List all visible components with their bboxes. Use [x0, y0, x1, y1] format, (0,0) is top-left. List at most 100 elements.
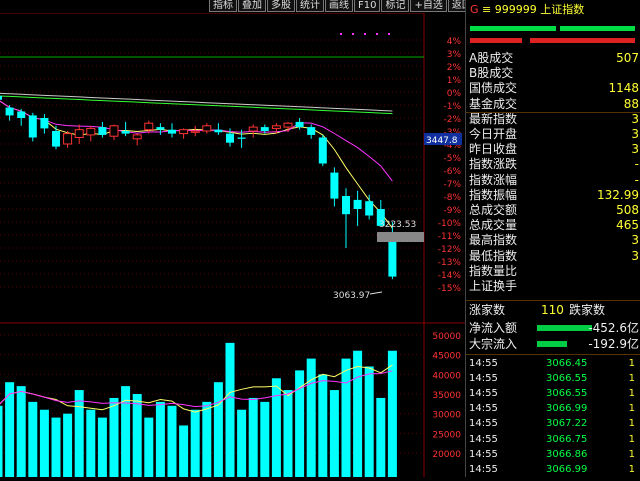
- candle-body: [52, 131, 60, 147]
- marker-dot: [364, 33, 366, 35]
- tick-volume: 1: [628, 373, 635, 385]
- quote-row: 基金成交 88: [469, 97, 640, 112]
- candle-body: [0, 95, 2, 100]
- tick-price: 3066.45: [546, 358, 588, 369]
- candle-body: [318, 137, 327, 164]
- candle-body: [121, 131, 130, 134]
- price-axis-label: -15%: [438, 284, 462, 294]
- quote-label: 最低指数: [469, 248, 518, 263]
- ask-bar-left: [470, 38, 522, 43]
- candle-body: [260, 127, 269, 131]
- volume-axis-label: 25000: [432, 430, 461, 440]
- candle-body: [330, 172, 339, 199]
- volume-bar: [237, 409, 247, 477]
- quote-label: 指数振幅: [469, 187, 518, 202]
- price-axis-label: -11%: [438, 232, 462, 242]
- quote-value: -: [634, 157, 639, 172]
- toolbar-item-7[interactable]: +自选: [410, 0, 447, 12]
- down-count-value: 110: [541, 303, 564, 317]
- volume-bar: [144, 417, 154, 477]
- marker-dot: [388, 33, 390, 35]
- tick-volume: 1: [628, 403, 635, 415]
- volume-bar: [306, 358, 316, 477]
- candle-body: [168, 129, 176, 134]
- title-prefix: G: [470, 3, 479, 16]
- volume-bar: [271, 378, 281, 477]
- price-axis-label: -9%: [443, 206, 461, 216]
- tick-price: 3066.99: [546, 403, 588, 415]
- tick-volume: 1: [628, 448, 635, 460]
- volume-bar: [225, 342, 235, 477]
- toolbar-item-0[interactable]: 指标: [209, 0, 237, 12]
- candle-body: [179, 129, 189, 135]
- panel-divider: [466, 354, 640, 355]
- price-axis-label: -13%: [438, 258, 462, 268]
- quote-row: 指数涨跌 -: [469, 157, 640, 172]
- price-axis-label: -6%: [443, 167, 461, 177]
- quote-value: -: [634, 172, 639, 187]
- tick-time: 14:55: [469, 433, 498, 445]
- quote-row: 指数涨幅 -: [469, 173, 640, 188]
- marker-dot: [340, 33, 342, 35]
- flow-value: -192.9亿: [588, 337, 639, 351]
- stock-title[interactable]: G ≡ 999999 上证指数: [470, 1, 584, 17]
- price-axis-label: -5%: [443, 154, 461, 164]
- marker-dot: [352, 33, 354, 35]
- candle-body: [226, 133, 234, 143]
- price-tag-label: 3447.8: [426, 136, 458, 146]
- menu-icon[interactable]: ≡: [482, 3, 491, 16]
- tick-row: 14:55 3066.75 1: [469, 432, 639, 447]
- volume-bar: [109, 397, 119, 477]
- volume-bar: [179, 425, 189, 477]
- candle-body: [156, 127, 165, 130]
- tick-row: 14:55 3066.45 1: [469, 356, 639, 371]
- volume-bar: [376, 397, 386, 477]
- tick-volume: 1: [628, 358, 635, 369]
- tick-time: 14:55: [469, 358, 498, 369]
- quote-label: 指数涨跌: [469, 157, 518, 172]
- volume-bar: [16, 386, 26, 477]
- volume-bar: [202, 401, 212, 477]
- candle-body: [5, 107, 14, 116]
- quote-value: 1148: [608, 81, 639, 96]
- quote-label: 最高指数: [469, 233, 518, 248]
- price-axis-label: 2%: [447, 63, 462, 73]
- annotation-low: 3063.97: [333, 291, 370, 301]
- candle-body: [17, 111, 26, 118]
- toolbar-item-3[interactable]: 统计: [296, 0, 324, 12]
- volume-axis-label: 20000: [432, 450, 461, 460]
- quote-value: 3: [631, 233, 639, 248]
- candle-body: [365, 201, 374, 216]
- volume-axis-label: 45000: [432, 352, 461, 362]
- candle-body: [86, 127, 96, 136]
- toolbar-item-5[interactable]: F10: [354, 0, 381, 12]
- candle-body: [28, 115, 37, 138]
- quote-label: 指数量比: [469, 263, 518, 278]
- bid-bar-left: [470, 26, 556, 31]
- price-axis-label: -7%: [443, 180, 461, 190]
- volume-bar: [0, 405, 3, 477]
- tick-price: 3066.99: [546, 463, 588, 475]
- quote-label: 总成交额: [469, 203, 518, 217]
- toolbar-item-4[interactable]: 画线: [325, 0, 353, 12]
- candle-body: [353, 199, 362, 209]
- kline-svg[interactable]: 4%3%2%1%0%-1%-2%-3%-4%-5%-6%-7%-8%-9%-10…: [0, 12, 465, 477]
- volume-bar: [295, 370, 305, 477]
- candle-body: [307, 127, 316, 135]
- toolbar-item-2[interactable]: 多股: [267, 0, 295, 12]
- down-count-label: 跌家数: [569, 303, 606, 317]
- price-axis-label: 3%: [447, 50, 462, 60]
- bid-bar-right: [560, 26, 635, 31]
- volume-bar: [318, 374, 328, 477]
- price-axis-label: -2%: [443, 115, 461, 125]
- price-axis-label: 0%: [447, 89, 462, 99]
- volume-bar: [167, 405, 177, 477]
- toolbar-item-6[interactable]: 标记: [381, 0, 410, 12]
- tick-price: 3066.55: [546, 388, 588, 400]
- tick-time: 14:55: [469, 448, 498, 460]
- price-axis-label: 1%: [447, 76, 462, 86]
- quote-label: 上证换手: [469, 279, 518, 293]
- toolbar-item-1[interactable]: 叠加: [238, 0, 266, 12]
- price-axis-label: -14%: [438, 271, 462, 281]
- flow-row: 大宗流入 -192.9亿: [469, 337, 640, 352]
